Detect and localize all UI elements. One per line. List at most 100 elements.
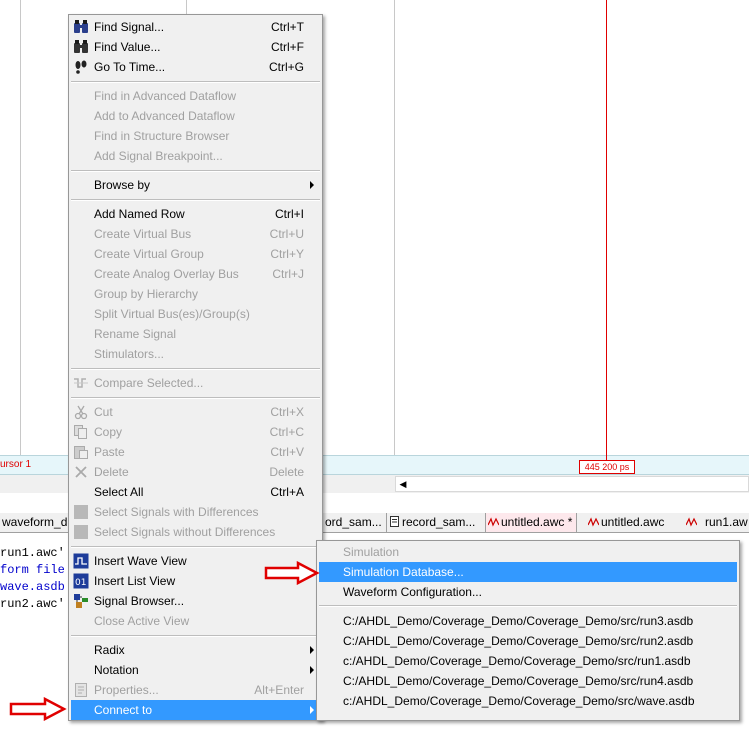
menu-separator [71, 170, 320, 172]
menu-item-shortcut: Ctrl+G [268, 60, 304, 74]
menu-item-create-analog-overlay-bus[interactable]: Create Analog Overlay Bus Ctrl+J [71, 264, 320, 284]
submenu-item-recent-run3[interactable]: C:/AHDL_Demo/Coverage_Demo/Coverage_Demo… [319, 611, 737, 631]
menu-item-label: Signal Browser... [94, 594, 185, 608]
menu-item-select-signals-without-differences[interactable]: Select Signals without Differences [71, 522, 320, 542]
select-diff-icon [73, 504, 89, 520]
submenu-item-recent-run1[interactable]: c:/AHDL_Demo/Coverage_Demo/Coverage_Demo… [319, 651, 737, 671]
menu-item-label: Create Virtual Bus [94, 227, 192, 241]
tab-record-sample-2[interactable]: record_sam... [386, 513, 479, 532]
submenu-item-label: c:/AHDL_Demo/Coverage_Demo/Coverage_Demo… [343, 694, 695, 708]
menu-item-label: Add Signal Breakpoint... [94, 149, 223, 163]
properties-icon [73, 682, 89, 698]
cursor-time-label: 445 200 ps [579, 460, 635, 474]
menu-item-connect-to[interactable]: Connect to [71, 700, 320, 720]
submenu-arrow-icon [310, 181, 314, 189]
menu-item-find-value[interactable]: Find Value... Ctrl+F [71, 37, 320, 57]
cursor-line[interactable] [606, 0, 607, 466]
grid-line [394, 0, 395, 455]
submenu-item-label: C:/AHDL_Demo/Coverage_Demo/Coverage_Demo… [343, 614, 694, 628]
tab-record-sample[interactable]: ord_sam... [323, 513, 386, 532]
menu-item-select-signals-with-differences[interactable]: Select Signals with Differences [71, 502, 320, 522]
menu-item-label: Add Named Row [94, 207, 185, 221]
menu-item-select-all[interactable]: Select All Ctrl+A [71, 482, 320, 502]
menu-item-label: Stimulators... [94, 347, 165, 361]
tab-label: untitled.awc * [501, 515, 573, 529]
menu-item-label: Select Signals with Differences [94, 505, 259, 519]
menu-item-stimulators[interactable]: Stimulators... [71, 344, 320, 364]
menu-item-shortcut: Ctrl+J [272, 267, 304, 281]
menu-item-label: Notation [94, 663, 139, 677]
submenu-item-recent-run2[interactable]: C:/AHDL_Demo/Coverage_Demo/Coverage_Demo… [319, 631, 737, 651]
menu-item-label: Rename Signal [94, 327, 177, 341]
scissors-icon [73, 404, 89, 420]
menu-item-rename-signal[interactable]: Rename Signal [71, 324, 320, 344]
submenu-item-recent-run4[interactable]: C:/AHDL_Demo/Coverage_Demo/Coverage_Demo… [319, 671, 737, 691]
list-view-icon: 01 [73, 573, 89, 589]
menu-item-add-to-advanced-dataflow[interactable]: Add to Advanced Dataflow [71, 106, 320, 126]
menu-separator [71, 635, 320, 637]
tab-label: run1.aw [705, 515, 748, 529]
menu-item-cut[interactable]: Cut Ctrl+X [71, 402, 320, 422]
menu-item-label: Insert Wave View [94, 554, 187, 568]
menu-item-shortcut: Alt+Enter [254, 683, 304, 697]
menu-item-shortcut: Ctrl+C [269, 425, 304, 439]
scroll-left-arrow-icon[interactable]: ◀ [396, 477, 410, 491]
submenu-item-label: C:/AHDL_Demo/Coverage_Demo/Coverage_Demo… [343, 634, 694, 648]
wave-view-icon [73, 553, 89, 569]
select-nodiff-icon [73, 524, 89, 540]
menu-item-add-named-row[interactable]: Add Named Row Ctrl+I [71, 204, 320, 224]
menu-item-paste[interactable]: Paste Ctrl+V [71, 442, 320, 462]
menu-item-label: Cut [94, 405, 113, 419]
submenu-item-label: Simulation Database... [343, 565, 464, 579]
menu-item-browse-by[interactable]: Browse by [71, 175, 320, 195]
submenu-item-recent-wave[interactable]: c:/AHDL_Demo/Coverage_Demo/Coverage_Demo… [319, 691, 737, 711]
submenu-item-waveform-configuration[interactable]: Waveform Configuration... [319, 582, 737, 602]
menu-item-label: Browse by [94, 178, 151, 192]
menu-item-label: Close Active View [94, 614, 190, 628]
submenu-item-simulation-database[interactable]: Simulation Database... [319, 562, 737, 582]
menu-item-notation[interactable]: Notation [71, 660, 320, 680]
submenu-arrow-icon [310, 646, 314, 654]
menu-item-find-signal[interactable]: Find Signal... Ctrl+T [71, 17, 320, 37]
menu-item-close-active-view[interactable]: Close Active View [71, 611, 320, 631]
menu-item-find-in-structure-browser[interactable]: Find in Structure Browser [71, 126, 320, 146]
menu-item-label: Compare Selected... [94, 376, 204, 390]
horizontal-scrollbar[interactable] [395, 476, 749, 492]
tab-untitled[interactable]: untitled.awc [586, 513, 668, 532]
menu-item-shortcut: Ctrl+A [270, 485, 304, 499]
tab-run1[interactable]: run1.aw [684, 513, 749, 532]
menu-item-add-signal-breakpoint[interactable]: Add Signal Breakpoint... [71, 146, 320, 166]
tab-untitled-modified[interactable]: untitled.awc * [485, 513, 578, 532]
submenu-header-simulation: Simulation [319, 542, 737, 562]
binoculars-icon [73, 19, 89, 35]
menu-item-shortcut: Delete [269, 465, 304, 479]
menu-item-compare-selected[interactable]: Compare Selected... [71, 373, 320, 393]
menu-item-label: Select Signals without Differences [94, 525, 276, 539]
menu-item-shortcut: Ctrl+X [270, 405, 304, 419]
menu-item-create-virtual-group[interactable]: Create Virtual Group Ctrl+Y [71, 244, 320, 264]
connect-to-submenu: Simulation Simulation Database... Wavefo… [316, 540, 740, 721]
menu-separator [71, 546, 320, 548]
menu-item-group-by-hierarchy[interactable]: Group by Hierarchy [71, 284, 320, 304]
menu-item-shortcut: Ctrl+F [271, 40, 304, 54]
menu-item-shortcut: Ctrl+V [270, 445, 304, 459]
menu-item-find-in-advanced-dataflow[interactable]: Find in Advanced Dataflow [71, 86, 320, 106]
menu-item-radix[interactable]: Radix [71, 640, 320, 660]
menu-item-go-to-time[interactable]: Go To Time... Ctrl+G [71, 57, 320, 77]
menu-item-signal-browser[interactable]: Signal Browser... [71, 591, 320, 611]
waveform-icon [587, 514, 600, 527]
submenu-item-label: Waveform Configuration... [343, 585, 482, 599]
submenu-arrow-icon [310, 666, 314, 674]
grid-line [20, 0, 21, 455]
annotation-arrow-icon [264, 561, 320, 585]
console-line: run2.awc' [0, 597, 65, 611]
submenu-item-label: c:/AHDL_Demo/Coverage_Demo/Coverage_Demo… [343, 654, 691, 668]
menu-item-create-virtual-bus[interactable]: Create Virtual Bus Ctrl+U [71, 224, 320, 244]
menu-item-split-virtual-bus[interactable]: Split Virtual Bus(es)/Group(s) [71, 304, 320, 324]
menu-separator [71, 397, 320, 399]
tab-waveform[interactable]: waveform_d [0, 513, 71, 532]
menu-item-copy[interactable]: Copy Ctrl+C [71, 422, 320, 442]
menu-item-shortcut: Ctrl+Y [270, 247, 304, 261]
menu-item-delete[interactable]: Delete Delete [71, 462, 320, 482]
menu-item-properties[interactable]: Properties... Alt+Enter [71, 680, 320, 700]
